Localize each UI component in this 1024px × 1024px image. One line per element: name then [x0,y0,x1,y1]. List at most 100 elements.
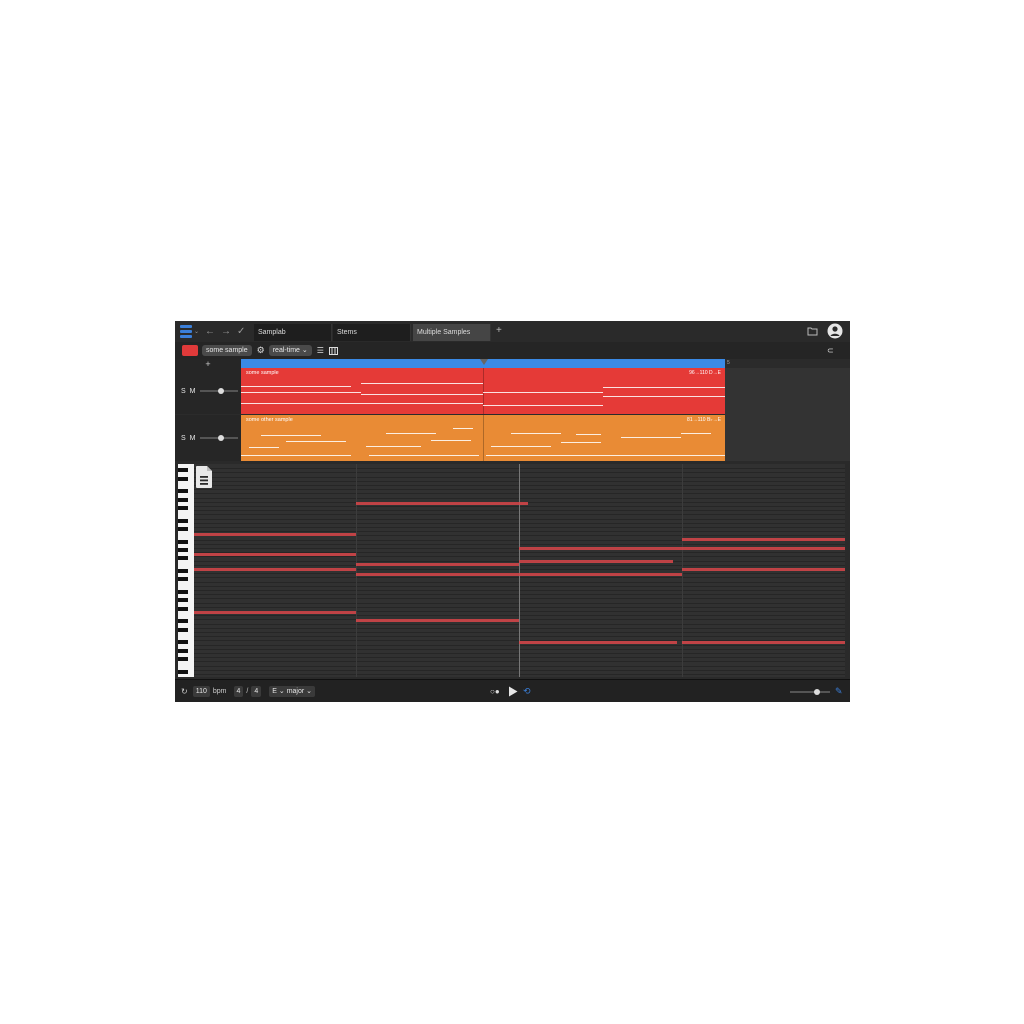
key-select[interactable]: E ⌄ major ⌄ [269,686,316,697]
empty-track-area[interactable] [725,368,850,461]
note-line [483,392,603,393]
piano-keyboard[interactable] [178,464,194,677]
black-key[interactable] [178,518,188,523]
note-line [369,455,479,456]
new-tab-button[interactable]: + [496,325,502,336]
black-key[interactable] [178,657,188,662]
zoom-slider[interactable] [790,689,830,695]
time-signature-numerator[interactable]: 4 [233,686,244,697]
midi-note[interactable] [519,547,682,550]
midi-note[interactable] [356,563,519,566]
black-key[interactable] [178,569,188,573]
mode-dropdown[interactable]: real-time ⌄ [268,345,312,356]
black-key[interactable] [178,606,188,611]
solo-mute-buttons[interactable]: S M [181,388,196,395]
play-icon[interactable] [508,686,518,697]
black-key[interactable] [178,548,188,552]
note-line [241,455,351,456]
midi-note[interactable] [194,611,356,614]
track-color-swatch[interactable] [182,345,198,356]
black-key[interactable] [178,669,188,674]
midi-note[interactable] [682,641,845,644]
midi-note[interactable] [194,533,356,536]
tab-samplab[interactable]: Samplab [254,324,332,341]
black-key[interactable] [178,598,188,603]
note-line [603,396,725,397]
note-line [261,435,321,436]
clip-some-sample[interactable]: some sample 96→110 D→E [241,368,725,414]
undo-icon[interactable]: ← [205,326,215,337]
redo-icon[interactable]: → [221,326,231,337]
clip-name: some other sample [246,417,293,423]
midi-note[interactable] [194,568,356,571]
playhead-marker[interactable] [480,359,488,365]
folder-icon[interactable] [807,326,819,336]
midi-note[interactable] [519,560,673,563]
black-key[interactable] [178,489,188,494]
black-key[interactable] [178,497,188,502]
volume-slider[interactable] [200,435,239,441]
black-key[interactable] [178,590,188,594]
note-line [603,387,725,388]
note-line [431,440,471,441]
menu-logo-icon[interactable] [180,325,192,338]
chevron-down-icon[interactable]: ⌄ [194,329,199,335]
black-key[interactable] [178,527,188,531]
metronome-icon[interactable]: ○● [490,687,500,696]
note-line [681,433,711,434]
piano-icon[interactable] [328,346,338,355]
list-icon[interactable]: ☰ [317,346,324,355]
midi-note[interactable] [519,573,682,576]
midi-note[interactable] [356,502,528,505]
midi-note[interactable] [519,641,677,644]
slider-knob[interactable] [814,689,820,695]
black-key[interactable] [178,506,188,510]
note-line [386,433,436,434]
black-key[interactable] [178,539,188,544]
tab-multiple-samples[interactable]: Multiple Samples [413,324,491,341]
clip-tempo-key: 96→110 D→E [689,370,721,376]
midi-note[interactable] [682,538,845,541]
track-controls-2: S M [175,415,241,461]
repeat-icon[interactable]: ⟲ [523,686,531,697]
note-line [561,442,601,443]
black-key[interactable] [178,468,188,473]
account-icon[interactable] [827,323,843,339]
clip-some-other-sample[interactable]: some other sample 81→110 B♭→E [241,415,725,461]
volume-slider[interactable] [200,388,239,394]
document-icon[interactable] [195,465,213,489]
loop-icon[interactable]: ↻ [181,687,188,696]
note-line [576,434,601,435]
edit-icon[interactable]: ✎ [835,686,843,697]
gear-icon[interactable]: ⚙ [257,345,265,356]
time-signature-separator: / [246,688,249,695]
black-key[interactable] [178,476,188,481]
time-signature-denominator[interactable]: 4 [251,686,262,697]
midi-note[interactable] [356,573,519,576]
midi-note[interactable] [682,568,845,571]
black-key[interactable] [178,627,188,632]
sample-name-field[interactable]: some sample [202,345,252,356]
note-line [361,383,483,384]
bar-divider [483,368,484,414]
midi-note[interactable] [682,547,845,550]
piano-roll [175,461,850,679]
black-key[interactable] [178,556,188,561]
add-track-button[interactable]: + [205,359,210,369]
midi-note[interactable] [356,619,519,622]
midi-note[interactable] [194,553,356,556]
magnet-icon[interactable]: ⊂ [827,346,834,355]
tab-stems[interactable]: Stems [333,324,411,341]
black-key[interactable] [178,577,188,582]
bpm-input[interactable]: 110 [192,686,210,697]
slider-knob[interactable] [218,435,225,441]
black-key[interactable] [178,648,188,653]
solo-mute-buttons[interactable]: S M [181,435,196,442]
slider-knob[interactable] [218,388,225,394]
check-icon[interactable]: ✓ [237,326,245,337]
piano-roll-grid[interactable] [194,464,845,677]
black-key[interactable] [178,619,188,624]
transport-bar: ↻ 110 bpm 4 / 4 E ⌄ major ⌄ ○● ⟲ ✎ [175,679,850,702]
track-controls-1: S M [175,368,241,414]
black-key[interactable] [178,640,188,645]
